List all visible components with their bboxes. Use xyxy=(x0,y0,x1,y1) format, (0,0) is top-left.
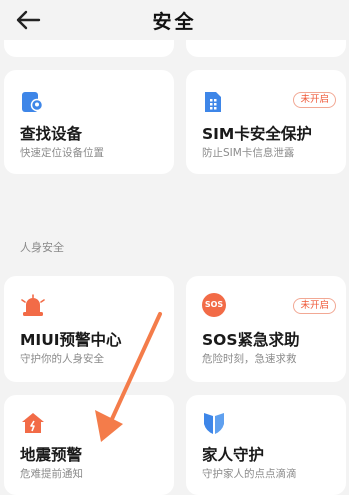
card-title: SIM卡安全保护 xyxy=(202,125,312,143)
status-badge: 未开启 xyxy=(293,298,336,314)
top-bar: 安全 xyxy=(0,0,349,40)
card-find-device[interactable]: 查找设备 快速定位设备位置 xyxy=(4,70,174,174)
card-subtitle: 守护你的人身安全 xyxy=(20,353,104,365)
card-subtitle: 防止SIM卡信息泄露 xyxy=(202,147,295,159)
card-earthquake-warning[interactable]: 地震预警 危难提前通知 xyxy=(4,395,174,495)
card-miui-alert-center[interactable]: MIUI预警中心 守护你的人身安全 xyxy=(4,276,174,382)
card-title: SOS紧急求助 xyxy=(202,331,300,349)
card-title: 查找设备 xyxy=(20,125,83,143)
card-title: 地震预警 xyxy=(20,446,83,464)
location-phone-icon xyxy=(22,92,44,112)
card-subtitle: 守护家人的点点滴滴 xyxy=(202,468,297,480)
card-title: 家人守护 xyxy=(202,446,265,464)
page-title: 安全 xyxy=(152,11,197,33)
family-shield-icon xyxy=(204,413,224,434)
card-family-guard[interactable]: 家人守护 守护家人的点点滴滴 xyxy=(186,395,346,495)
card-subtitle: 快速定位设备位置 xyxy=(20,147,104,159)
card-subtitle: 危难提前通知 xyxy=(20,468,83,480)
sos-icon: SOS xyxy=(202,293,226,317)
status-badge: 未开启 xyxy=(293,92,336,108)
card-sos-help[interactable]: SOS 未开启 SOS紧急求助 危险时刻，急速求救 xyxy=(186,276,346,382)
section-label: 人身安全 xyxy=(20,241,64,254)
card-title: MIUI预警中心 xyxy=(20,331,122,349)
earthquake-house-icon xyxy=(22,413,44,433)
sim-card-icon xyxy=(205,92,221,112)
alarm-siren-icon xyxy=(21,294,45,316)
card-subtitle: 危险时刻，急速求救 xyxy=(202,353,297,365)
card-sim-protect[interactable]: 未开启 SIM卡安全保护 防止SIM卡信息泄露 xyxy=(186,70,346,174)
